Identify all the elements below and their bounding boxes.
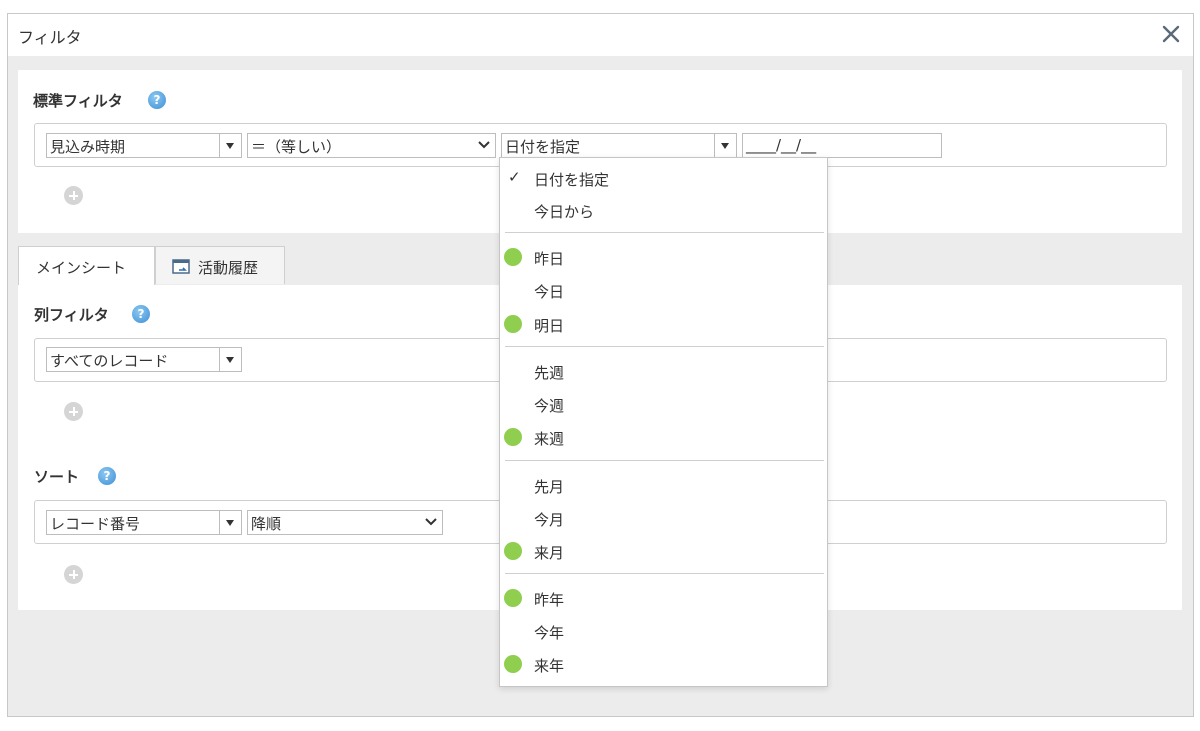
green-dot-icon — [504, 248, 522, 266]
menu-item-next-week[interactable]: 来週 — [500, 422, 827, 452]
menu-item-next-year[interactable]: 来年 — [500, 649, 827, 679]
menu-item-specify-date[interactable]: ✓ 日付を指定 — [500, 163, 827, 193]
green-dot-icon — [504, 589, 522, 607]
menu-item-next-month[interactable]: 来月 — [500, 536, 827, 566]
green-dot-icon — [504, 655, 522, 673]
menu-divider — [505, 460, 824, 461]
menu-item-this-week[interactable]: 今週 — [500, 389, 827, 419]
menu-item-last-month[interactable]: 先月 — [500, 470, 827, 500]
green-dot-icon — [504, 315, 522, 333]
column-filter-select[interactable]: すべてのレコード — [46, 347, 242, 372]
dialog-titlebar: フィルタ — [8, 14, 1193, 56]
column-filter-label: 列フィルタ — [34, 306, 109, 324]
field-select[interactable]: 見込み時期 — [46, 133, 242, 158]
menu-item-from-today[interactable]: 今日から — [500, 195, 827, 225]
menu-item-last-year[interactable]: 昨年 — [500, 583, 827, 613]
add-sort-icon[interactable] — [64, 565, 83, 584]
dialog-title: フィルタ — [18, 28, 82, 47]
help-icon[interactable]: ? — [148, 91, 166, 109]
green-dot-icon — [504, 428, 522, 446]
date-input[interactable]: ____/__/__ — [742, 133, 942, 158]
menu-item-yesterday[interactable]: 昨日 — [500, 242, 827, 272]
standard-filter-label: 標準フィルタ — [33, 92, 123, 110]
menu-item-tomorrow[interactable]: 明日 — [500, 309, 827, 339]
menu-item-last-week[interactable]: 先週 — [500, 356, 827, 386]
dropdown-arrow-icon — [714, 134, 736, 157]
add-condition-icon[interactable] — [64, 186, 83, 205]
chevron-down-icon — [425, 518, 437, 526]
help-icon[interactable]: ? — [132, 305, 150, 323]
menu-divider — [505, 573, 824, 574]
sort-field-select[interactable]: レコード番号 — [46, 510, 242, 535]
tab-activity-history[interactable]: 活動履歴 — [155, 246, 285, 284]
dropdown-arrow-icon — [219, 511, 241, 534]
check-icon: ✓ — [508, 168, 521, 186]
menu-item-this-year[interactable]: 今年 — [500, 616, 827, 646]
activity-history-icon — [172, 259, 190, 274]
menu-item-today[interactable]: 今日 — [500, 275, 827, 305]
operator-select[interactable]: ＝（等しい） — [247, 133, 496, 158]
date-mode-dropdown-menu: ✓ 日付を指定 今日から 昨日 今日 明日 先週 今週 来週 先月 今月 来月 … — [499, 157, 828, 687]
menu-divider — [505, 346, 824, 347]
green-dot-icon — [504, 542, 522, 560]
close-icon[interactable] — [1157, 20, 1185, 48]
help-icon[interactable]: ? — [98, 467, 116, 485]
add-column-filter-icon[interactable] — [64, 402, 83, 421]
dropdown-arrow-icon — [219, 348, 241, 371]
dropdown-arrow-icon — [219, 134, 241, 157]
sort-label: ソート — [34, 468, 80, 486]
tab-main-sheet[interactable]: メインシート — [18, 246, 155, 286]
date-mode-select[interactable]: 日付を指定 — [501, 133, 737, 158]
menu-item-this-month[interactable]: 今月 — [500, 503, 827, 533]
sort-order-select[interactable]: 降順 — [247, 510, 443, 535]
chevron-down-icon — [478, 141, 490, 149]
menu-divider — [505, 232, 824, 233]
